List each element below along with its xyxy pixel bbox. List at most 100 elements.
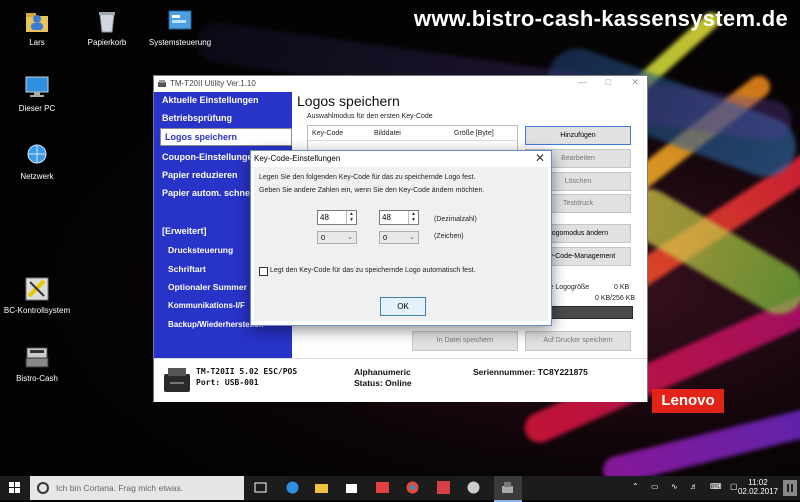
printer-mode: Alphanumeric	[354, 367, 411, 377]
app-icon[interactable]	[437, 481, 450, 494]
chevron-down-icon: ⌄	[347, 234, 353, 241]
cortana-search-input[interactable]: Ich bin Cortana. Frag mich etwas.	[30, 476, 244, 500]
sidebar-item-aktuelle-einstellungen[interactable]: Aktuelle Einstellungen	[162, 95, 259, 105]
window-title: TM-T20II Utility Ver.1.10	[170, 79, 256, 88]
printer-info-bar: TM-T20II 5.02 ESC/POS Port: USB-001 Alph…	[154, 358, 647, 402]
sidebar-item-optionaler-summer[interactable]: Optionaler Summer	[168, 282, 247, 292]
dialog-instruction-2: Geben Sie andere Zahlen ein, wenn Sie de…	[259, 187, 485, 194]
char-label: (Zeichen)	[434, 233, 464, 240]
tm-utility-taskbar-button[interactable]	[494, 476, 522, 502]
dialog-title: Key-Code-Einstellungen	[254, 154, 341, 163]
selection-mode-label: Auswahlmodus für den ersten Key-Code	[307, 113, 433, 120]
sidebar-item-papier-reduzieren[interactable]: Papier reduzieren	[162, 170, 238, 180]
system-clock[interactable]: 11:02 02.02.2017	[738, 478, 778, 496]
window-titlebar[interactable]: TM-T20II Utility Ver.1.10 — □ ✕	[154, 76, 647, 92]
chevron-down-icon: ⌄	[409, 234, 415, 241]
file-explorer-icon[interactable]	[315, 481, 328, 494]
desktop-icon-label: Bistro-Cash	[16, 374, 58, 383]
clock-time: 11:02	[748, 478, 768, 487]
sidebar-section-erweitert: [Erweitert]	[162, 226, 207, 236]
desktop-icon-label: Papierkorb	[87, 38, 127, 47]
logo-size-value: 0 KB	[614, 284, 630, 291]
dialog-instruction-1: Legen Sie den folgenden Key-Code für das…	[259, 174, 476, 181]
search-placeholder: Ich bin Cortana. Frag mich etwas.	[56, 483, 184, 493]
control-panel-icon	[167, 8, 193, 34]
maximize-icon[interactable]: □	[606, 77, 611, 87]
app-icon-2[interactable]	[467, 481, 480, 494]
chrome-icon[interactable]	[406, 481, 419, 494]
keycode-spinner-2[interactable]: 48 ▲ ▼	[379, 210, 419, 225]
battery-icon[interactable]: ▭	[651, 482, 659, 491]
dialog-titlebar[interactable]: Key-Code-Einstellungen ✕	[251, 151, 551, 168]
desktop-icon-dieser-pc[interactable]: Dieser PC	[0, 74, 74, 113]
printer-icon	[502, 482, 513, 493]
desktop-icon-systemsteuerung[interactable]: Systemsteuerung	[143, 8, 217, 47]
recycle-bin-icon	[94, 8, 120, 34]
close-icon[interactable]: ✕	[631, 77, 639, 88]
desktop-icon-label: Lars	[29, 38, 45, 47]
store-icon[interactable]	[345, 481, 358, 494]
printer-icon	[164, 368, 190, 392]
sidebar-item-schriftart[interactable]: Schriftart	[168, 264, 206, 274]
tray-chevron-icon[interactable]: ⌃	[632, 482, 639, 491]
dialog-close-icon[interactable]: ✕	[535, 151, 545, 165]
desktop-icon-lars[interactable]: Lars	[0, 8, 74, 47]
keyboard-icon[interactable]: ⌨	[710, 482, 722, 491]
decimal-label: (Dezimalzahl)	[434, 216, 477, 223]
spinner-arrows-icon[interactable]: ▲ ▼	[408, 211, 418, 224]
desktop-icon-label: Dieser PC	[18, 104, 56, 113]
bc-control-icon	[24, 276, 50, 302]
combo-value: 0	[383, 233, 388, 242]
combo-value: 0	[321, 233, 326, 242]
desktop-icon-papierkorb[interactable]: Papierkorb	[70, 8, 144, 47]
keycode-spinner-1[interactable]: 48 ▲ ▼	[317, 210, 357, 225]
column-header-keycode[interactable]: Key-Code	[312, 130, 343, 137]
page-title: Logos speichern	[297, 93, 400, 109]
column-header-groesse[interactable]: Größe [Byte]	[454, 130, 494, 137]
printer-status: Status: Online	[354, 378, 412, 388]
cash-register-icon	[24, 344, 50, 370]
save-to-printer-button[interactable]: Auf Drucker speichern	[525, 331, 631, 351]
clock-date: 02.02.2017	[737, 487, 778, 496]
sidebar-item-kommunikation[interactable]: Kommunikations-I/F	[168, 301, 245, 310]
spinner-value: 48	[320, 213, 329, 222]
save-to-file-button[interactable]: In Datei speichern	[412, 331, 518, 351]
ok-button[interactable]: OK	[380, 297, 426, 316]
minimize-icon[interactable]: —	[578, 77, 587, 87]
task-view-icon[interactable]	[254, 481, 267, 494]
user-folder-icon	[24, 8, 50, 34]
add-button[interactable]: Hinzufügen	[525, 126, 631, 145]
sidebar-item-coupon[interactable]: Coupon-Einstellungen	[162, 152, 258, 162]
network-icon	[24, 142, 50, 168]
capacity-value: 0 KB/256 KB	[595, 295, 636, 302]
windows-start-icon[interactable]	[9, 482, 21, 494]
pause-overlay-icon[interactable]	[783, 480, 797, 496]
notifications-icon[interactable]: ▢	[730, 482, 738, 491]
wifi-icon[interactable]: ∿	[671, 482, 678, 491]
printer-port: Port: USB-001	[196, 378, 259, 387]
sidebar-item-betriebspruefung[interactable]: Betriebsprüfung	[162, 113, 232, 123]
desktop-icon-bc-kontrollsystem[interactable]: BC-Kontrollsystem	[0, 276, 74, 315]
lenovo-logo: Lenovo	[652, 389, 724, 413]
spinner-arrows-icon[interactable]: ▲ ▼	[346, 211, 356, 224]
auto-keycode-label: Legt den Key-Code für das zu speichernde…	[270, 267, 476, 274]
char-combo-1[interactable]: 0 ⌄	[317, 231, 357, 244]
cortana-icon	[37, 482, 49, 494]
auto-keycode-checkbox[interactable]	[259, 267, 268, 276]
desktop-icon-bistro-cash[interactable]: Bistro-Cash	[0, 344, 74, 383]
volume-icon[interactable]: ♬	[690, 482, 698, 491]
edge-icon[interactable]	[286, 481, 299, 494]
taskbar: Ich bin Cortana. Frag mich etwas. ⌃ ▭ ∿ …	[0, 476, 800, 502]
desktop-icon-netzwerk[interactable]: Netzwerk	[0, 142, 74, 181]
keycode-settings-dialog: Key-Code-Einstellungen ✕ Legen Sie den f…	[250, 150, 552, 326]
desktop-icon-label: Systemsteuerung	[148, 38, 212, 47]
sidebar-item-drucksteuerung[interactable]: Drucksteuerung	[168, 245, 233, 255]
app-red-icon[interactable]	[376, 481, 389, 494]
sidebar-item-logos-speichern[interactable]: Logos speichern	[160, 128, 292, 146]
spinner-value: 48	[382, 213, 391, 222]
column-header-bilddatei[interactable]: Bilddatei	[374, 130, 401, 137]
char-combo-2[interactable]: 0 ⌄	[379, 231, 419, 244]
printer-app-icon	[158, 80, 166, 87]
printer-serial: Seriennummer: TC8Y221875	[473, 367, 588, 377]
desktop-icon-label: BC-Kontrollsystem	[3, 306, 71, 315]
